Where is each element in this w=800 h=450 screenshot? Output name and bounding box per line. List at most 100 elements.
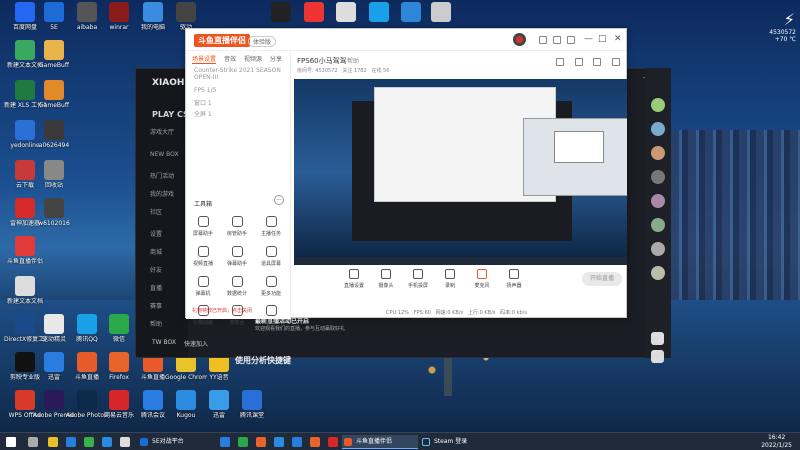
control-speaker[interactable]: 扬声器: [499, 269, 529, 289]
friend-avatar[interactable]: [651, 122, 665, 136]
desktop-icon[interactable]: [420, 2, 462, 24]
search-icon[interactable]: [28, 437, 38, 447]
desktop-icon[interactable]: a0626494: [33, 120, 75, 149]
gift-effect-notice[interactable]: 礼物特效已开启，点击关闭: [192, 307, 292, 314]
app-icon[interactable]: [292, 437, 302, 447]
desktop-icon[interactable]: 腾讯课堂: [231, 390, 273, 419]
close-button[interactable]: ✕: [614, 34, 622, 44]
friend-avatar[interactable]: [651, 98, 665, 112]
control-label: 扬声器: [506, 283, 522, 289]
dark-btn-b[interactable]: 快速加入: [184, 339, 208, 348]
firefox-icon[interactable]: [310, 437, 320, 447]
source-item[interactable]: 窗口 1: [194, 98, 212, 107]
control-mic[interactable]: 麦克风: [467, 269, 497, 289]
user-avatar[interactable]: [513, 33, 526, 46]
taskbar-item-steam[interactable]: Steam 登录: [420, 435, 490, 449]
tab-audio[interactable]: 音效: [224, 56, 236, 63]
app-icon[interactable]: [274, 437, 284, 447]
source-item[interactable]: Counter-Strike 2021 SEASON OPEN-III: [194, 67, 286, 81]
taskbar-clock[interactable]: 16:42 2022/1/25: [761, 434, 792, 450]
qq-icon[interactable]: [102, 437, 112, 447]
tool-item[interactable]: 房管助手: [222, 216, 252, 237]
app-icon[interactable]: [328, 437, 338, 447]
app-icon[interactable]: [120, 437, 130, 447]
dark-menu-5[interactable]: 设置: [150, 229, 162, 238]
taskbar-item-5e[interactable]: 5E对战平台: [138, 435, 216, 449]
dark-menu-10[interactable]: 帮助: [150, 319, 162, 328]
tool-item[interactable]: 视频直播: [188, 246, 218, 267]
dark-menu-9[interactable]: 赛事: [150, 301, 162, 310]
tab-scene[interactable]: 场景设置: [192, 56, 217, 64]
friend-avatar[interactable]: [651, 170, 665, 184]
friend-avatar[interactable]: [651, 266, 665, 280]
tool-item[interactable]: 更多功能: [256, 276, 286, 297]
layout-icon[interactable]: [593, 58, 602, 66]
start-live-button[interactable]: 开始直播: [582, 272, 622, 286]
dark-menu-6[interactable]: 商城: [150, 247, 162, 256]
desktop-icon[interactable]: 新建文本文档: [4, 276, 46, 305]
chat-icon[interactable]: [651, 350, 664, 363]
tool-item[interactable]: 道具屏幕: [256, 246, 286, 267]
wechat-icon[interactable]: [84, 437, 94, 447]
preview-taskbar: [294, 257, 627, 265]
dark-menu-4[interactable]: 社区: [150, 207, 162, 216]
tab-share[interactable]: 分享: [270, 56, 282, 63]
desktop-icon[interactable]: w6102016: [33, 198, 75, 227]
share-icon[interactable]: [612, 58, 620, 66]
dark-btn-a[interactable]: TW BOX: [152, 339, 176, 346]
desktop-icon[interactable]: GameBuff: [33, 80, 75, 109]
app-icon[interactable]: [256, 437, 266, 447]
app-icon[interactable]: [238, 437, 248, 447]
desktop-icon[interactable]: GameBuff: [33, 40, 75, 69]
friend-avatar[interactable]: [651, 146, 665, 160]
tool-item[interactable]: 弹幕机: [188, 276, 218, 297]
room-help-tab[interactable]: 帮助: [347, 56, 359, 65]
brand-tag[interactable]: 体验版: [248, 36, 277, 47]
taskbar-item-douyu[interactable]: 斗鱼直播伴侣: [342, 435, 418, 449]
share-icon[interactable]: [553, 36, 561, 44]
settings-icon[interactable]: [567, 36, 575, 44]
control-camera[interactable]: 摄像头: [371, 269, 401, 289]
minimize-button[interactable]: —: [584, 34, 593, 44]
tool-item[interactable]: 主播任务: [256, 216, 286, 237]
room-online: 在线 56: [371, 68, 390, 74]
friend-avatar[interactable]: [651, 218, 665, 232]
lock-icon[interactable]: [556, 58, 565, 66]
tool-item[interactable]: 屏幕助手: [188, 216, 218, 237]
microphone-icon: [477, 269, 487, 279]
control-live-settings[interactable]: 直播设置: [339, 269, 369, 289]
maximize-button[interactable]: □: [598, 34, 607, 44]
dark-menu-0[interactable]: 游戏大厅: [150, 127, 174, 136]
desktop-icon-label: YY语音: [209, 374, 229, 381]
toolbox-more-button[interactable]: ···: [274, 195, 284, 205]
source-item[interactable]: 全屏 1: [194, 109, 212, 118]
control-record[interactable]: 录制: [435, 269, 465, 289]
dark-menu-2[interactable]: 热门活动: [150, 171, 174, 180]
tool-item[interactable]: 弹幕助手: [222, 246, 252, 267]
tool-item[interactable]: 数据统计: [222, 276, 252, 297]
dark-menu-1[interactable]: NEW BOX: [150, 151, 179, 158]
app-icon[interactable]: [220, 437, 230, 447]
dark-menu-7[interactable]: 好友: [150, 265, 162, 274]
gear-icon[interactable]: [651, 332, 664, 345]
dark-menu-8[interactable]: 直播: [150, 283, 162, 292]
app-icon: [336, 2, 356, 22]
dark-app-play-label[interactable]: PLAY CS: [152, 110, 189, 119]
control-phone-cast[interactable]: 手机投屏: [403, 269, 433, 289]
desktop-icon[interactable]: 斗鱼直播伴侣: [4, 236, 46, 265]
friend-avatar[interactable]: [651, 194, 665, 208]
desktop-icon[interactable]: 微信: [98, 314, 140, 343]
friend-avatar[interactable]: [651, 242, 665, 256]
browser-icon[interactable]: [66, 437, 76, 447]
desktop-icon[interactable]: 回收站: [33, 160, 75, 189]
app-icon: [304, 2, 324, 22]
source-item[interactable]: FPS 1/5: [194, 87, 216, 94]
desktop-icon[interactable]: 驱动: [165, 2, 207, 31]
dark-menu-3[interactable]: 我的游戏: [150, 189, 174, 198]
tab-video[interactable]: 视频源: [244, 56, 262, 63]
message-icon[interactable]: [539, 36, 547, 44]
stream-preview[interactable]: [294, 79, 627, 265]
windows-start-icon[interactable]: [6, 437, 16, 447]
file-explorer-icon[interactable]: [48, 437, 58, 447]
camera-icon[interactable]: [574, 58, 583, 66]
